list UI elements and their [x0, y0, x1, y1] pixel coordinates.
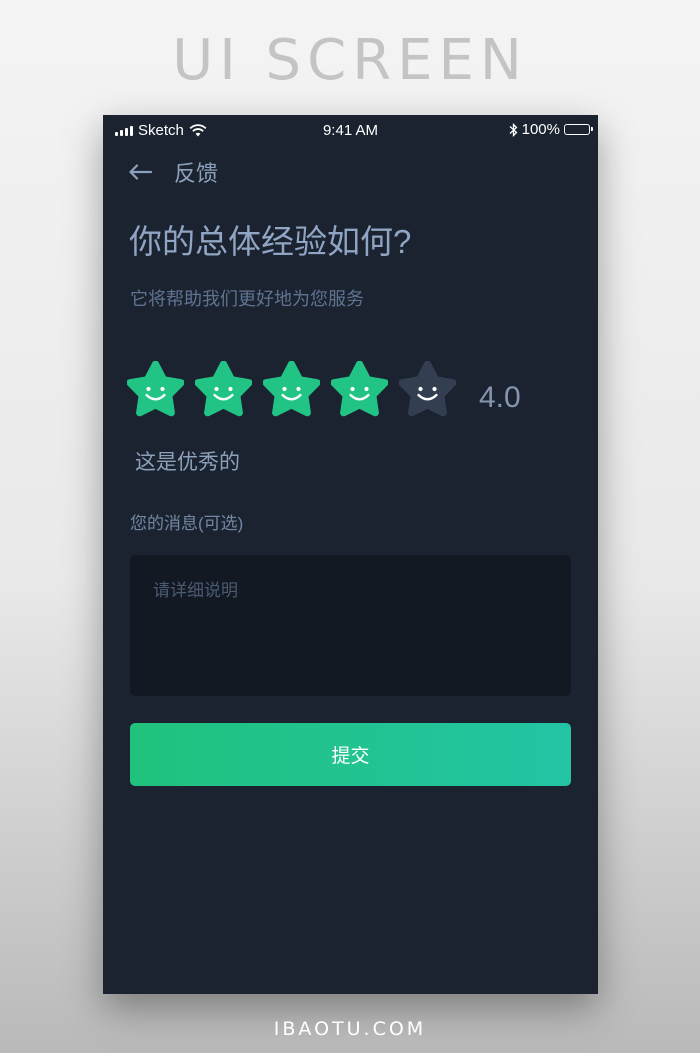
message-textarea[interactable]: 请详细说明	[130, 555, 571, 696]
watermark-header: UI SCREEN	[172, 28, 528, 93]
bluetooth-icon	[509, 122, 518, 137]
phone-screen: Sketch 9:41 AM 100% 反馈 你的总体经验如何? 它将帮助我们更…	[103, 115, 598, 994]
battery-percent: 100%	[521, 121, 560, 138]
star-filled-icon[interactable]	[331, 361, 388, 418]
rating-label: 这是优秀的	[135, 451, 240, 474]
star-filled-icon[interactable]	[195, 361, 252, 418]
page-title: 你的总体经验如何?	[129, 223, 412, 260]
battery-icon	[564, 124, 593, 135]
page-subtitle: 它将帮助我们更好地为您服务	[130, 289, 364, 309]
status-right: 100%	[509, 121, 593, 138]
watermark-footer: IBAOTU.COM	[273, 1018, 427, 1040]
star-filled-icon[interactable]	[263, 361, 320, 418]
message-placeholder: 请详细说明	[153, 581, 238, 600]
rating-score: 4.0	[479, 381, 521, 414]
star-rating	[127, 361, 456, 418]
arrow-left-icon[interactable]	[128, 162, 152, 182]
nav-bar: 反馈	[128, 157, 218, 187]
star-empty-icon[interactable]	[399, 361, 456, 418]
submit-button[interactable]: 提交	[130, 723, 571, 786]
message-label: 您的消息(可选)	[130, 514, 244, 533]
status-bar: Sketch 9:41 AM 100%	[103, 115, 598, 145]
star-filled-icon[interactable]	[127, 361, 184, 418]
nav-title: 反馈	[174, 161, 219, 186]
